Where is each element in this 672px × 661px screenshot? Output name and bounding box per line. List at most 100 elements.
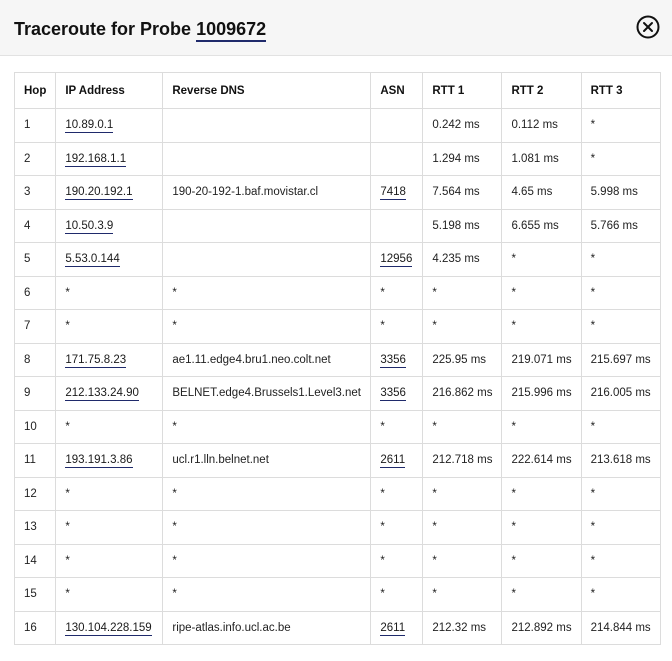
table-row: 7 * * * * * * [13,309,661,344]
ip-address-cell: * [55,275,164,310]
rtt1-cell: 225.95 ms [422,342,503,377]
reverse-dns-cell: * [162,510,372,545]
ip-address-link[interactable]: 130.104.228.159 [65,621,152,636]
reverse-dns-cell [162,208,372,243]
ip-address-link[interactable]: 212.133.24.90 [65,387,139,402]
rtt2-cell: * [501,275,582,310]
reverse-dns-cell: * [162,409,372,444]
probe-id-link[interactable]: 1009672 [196,19,267,42]
rtt3-cell: 216.005 ms [580,376,661,411]
hop-cell: 12 [13,476,57,511]
rtt2-cell: 222.614 ms [501,443,582,478]
hop-cell: 3 [13,175,57,210]
asn-cell: 2611 [370,610,424,645]
asn-cell: * [370,275,424,310]
asn-link[interactable]: 3356 [380,353,406,368]
rtt3-cell: * [580,409,661,444]
asn-cell [370,108,424,143]
asn-cell: * [370,409,424,444]
rtt3-cell: * [580,543,661,578]
rtt2-cell: 215.996 ms [501,376,582,411]
hop-cell: 8 [13,342,57,377]
asn-link[interactable]: 3356 [380,387,406,402]
rtt2-cell: 212.892 ms [501,610,582,645]
reverse-dns-cell: * [162,275,372,310]
asn-link[interactable]: 2611 [380,454,406,469]
hop-cell: 6 [13,275,57,310]
reverse-dns-cell [162,242,372,277]
asn-cell: * [370,309,424,344]
column-header-ip-address: IP Address [55,72,164,109]
reverse-dns-cell: 190-20-192-1.baf.movistar.cl [162,175,372,210]
rtt2-cell: * [501,543,582,578]
rtt3-cell: * [580,476,661,511]
ip-address-link[interactable]: 10.89.0.1 [65,119,114,134]
asn-cell: 3356 [370,376,424,411]
rtt3-cell: * [580,309,661,344]
ip-address-link[interactable]: 5.53.0.144 [65,253,120,268]
hop-cell: 2 [13,141,57,176]
table-row: 15 * * * * * * [13,577,661,612]
ip-address-cell: * [55,476,164,511]
asn-link[interactable]: 7418 [380,186,406,201]
rtt1-cell: 212.718 ms [422,443,503,478]
rtt3-cell: * [580,275,661,310]
rtt2-cell: 0.112 ms [501,108,582,143]
asn-cell: 3356 [370,342,424,377]
table-row: 10 * * * * * * [13,409,661,444]
rtt1-cell: 216.862 ms [422,376,503,411]
rtt2-cell: * [501,510,582,545]
reverse-dns-cell: * [162,577,372,612]
reverse-dns-cell [162,108,372,143]
reverse-dns-cell: * [162,309,372,344]
reverse-dns-cell: BELNET.edge4.Brussels1.Level3.net [162,376,372,411]
asn-cell [370,208,424,243]
dialog-title: Traceroute for Probe 1009672 [14,18,267,42]
asn-cell: * [370,510,424,545]
dialog-header: Traceroute for Probe 1009672 [0,0,672,56]
column-header-rtt2: RTT 2 [501,72,582,109]
ip-address-link[interactable]: 190.20.192.1 [65,186,133,201]
reverse-dns-cell: * [162,476,372,511]
title-prefix: Traceroute for Probe [14,19,197,39]
rtt1-cell: * [422,476,503,511]
hop-cell: 11 [13,443,57,478]
hop-cell: 7 [13,309,57,344]
close-button[interactable] [636,15,660,39]
ip-address-cell: 5.53.0.144 [55,242,164,277]
asn-cell: * [370,543,424,578]
rtt3-cell: 5.998 ms [580,175,661,210]
rtt3-cell: 214.844 ms [580,610,661,645]
ip-address-link[interactable]: 10.50.3.9 [65,219,114,234]
rtt1-cell: * [422,409,503,444]
ip-address-link[interactable]: 193.191.3.86 [65,454,133,469]
rtt2-cell: 6.655 ms [501,208,582,243]
ip-address-link[interactable]: 171.75.8.23 [65,353,127,368]
asn-cell: 7418 [370,175,424,210]
hop-cell: 9 [13,376,57,411]
rtt2-cell: 219.071 ms [501,342,582,377]
asn-link[interactable]: 12956 [380,253,413,268]
rtt3-cell: * [580,141,661,176]
column-header-rtt1: RTT 1 [422,72,503,109]
rtt2-cell: * [501,309,582,344]
rtt1-cell: * [422,543,503,578]
asn-cell: 12956 [370,242,424,277]
ip-address-cell: * [55,543,164,578]
rtt2-cell: * [501,476,582,511]
column-header-asn: ASN [370,72,424,109]
ip-address-link[interactable]: 192.168.1.1 [65,152,127,167]
rtt2-cell: 4.65 ms [501,175,582,210]
asn-cell: * [370,577,424,612]
rtt3-cell: 213.618 ms [580,443,661,478]
rtt2-cell: 1.081 ms [501,141,582,176]
reverse-dns-cell: ae1.11.edge4.bru1.neo.colt.net [162,342,372,377]
rtt1-cell: * [422,510,503,545]
asn-link[interactable]: 2611 [380,621,406,636]
hop-cell: 10 [13,409,57,444]
table-row: 9 212.133.24.90 BELNET.edge4.Brussels1.Lev… [13,376,661,411]
table-header-row: Hop IP Address Reverse DNS ASN RTT 1 RTT… [13,72,661,109]
rtt1-cell: 0.242 ms [422,108,503,143]
column-header-reverse-dns: Reverse DNS [162,72,372,109]
table-body: 1 10.89.0.1 0.242 ms 0.112 ms * 2 192.168.1.1 1… [13,108,661,645]
